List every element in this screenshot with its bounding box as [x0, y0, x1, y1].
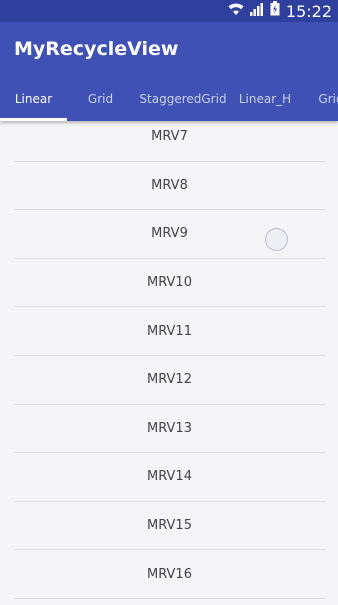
- tab-grid[interactable]: Grid: [67, 76, 134, 121]
- tab-bar: Linear Grid StaggeredGrid Linear_H Grid: [0, 76, 338, 121]
- tab-grid-2[interactable]: Grid: [298, 76, 338, 121]
- list-item[interactable]: MRV10: [14, 259, 325, 308]
- recycler-list[interactable]: MRV7 MRV8 MRV9 MRV10 MRV11 MRV12 MRV13 M…: [0, 121, 338, 605]
- battery-icon: [270, 1, 280, 21]
- wifi-icon: [228, 2, 244, 21]
- list-item[interactable]: MRV14: [14, 453, 325, 502]
- list-item[interactable]: MRV12: [14, 356, 325, 405]
- signal-icon: [249, 2, 264, 21]
- tab-linear-h[interactable]: Linear_H: [232, 76, 298, 121]
- list-item[interactable]: MRV16: [14, 550, 325, 599]
- status-bar: 15:22: [0, 0, 338, 22]
- app-title: MyRecycleView: [14, 38, 179, 60]
- touch-ripple-indicator: [265, 228, 288, 251]
- list-item[interactable]: MRV13: [14, 405, 325, 454]
- list-item[interactable]: MRV7: [14, 121, 325, 162]
- list-item[interactable]: MRV11: [14, 307, 325, 356]
- status-time: 15:22: [285, 1, 332, 21]
- app-bar: MyRecycleView: [0, 22, 338, 76]
- tab-staggered-grid[interactable]: StaggeredGrid: [134, 76, 232, 121]
- list-item[interactable]: MRV8: [14, 162, 325, 211]
- tab-linear[interactable]: Linear: [0, 76, 67, 121]
- list-item[interactable]: MRV15: [14, 502, 325, 551]
